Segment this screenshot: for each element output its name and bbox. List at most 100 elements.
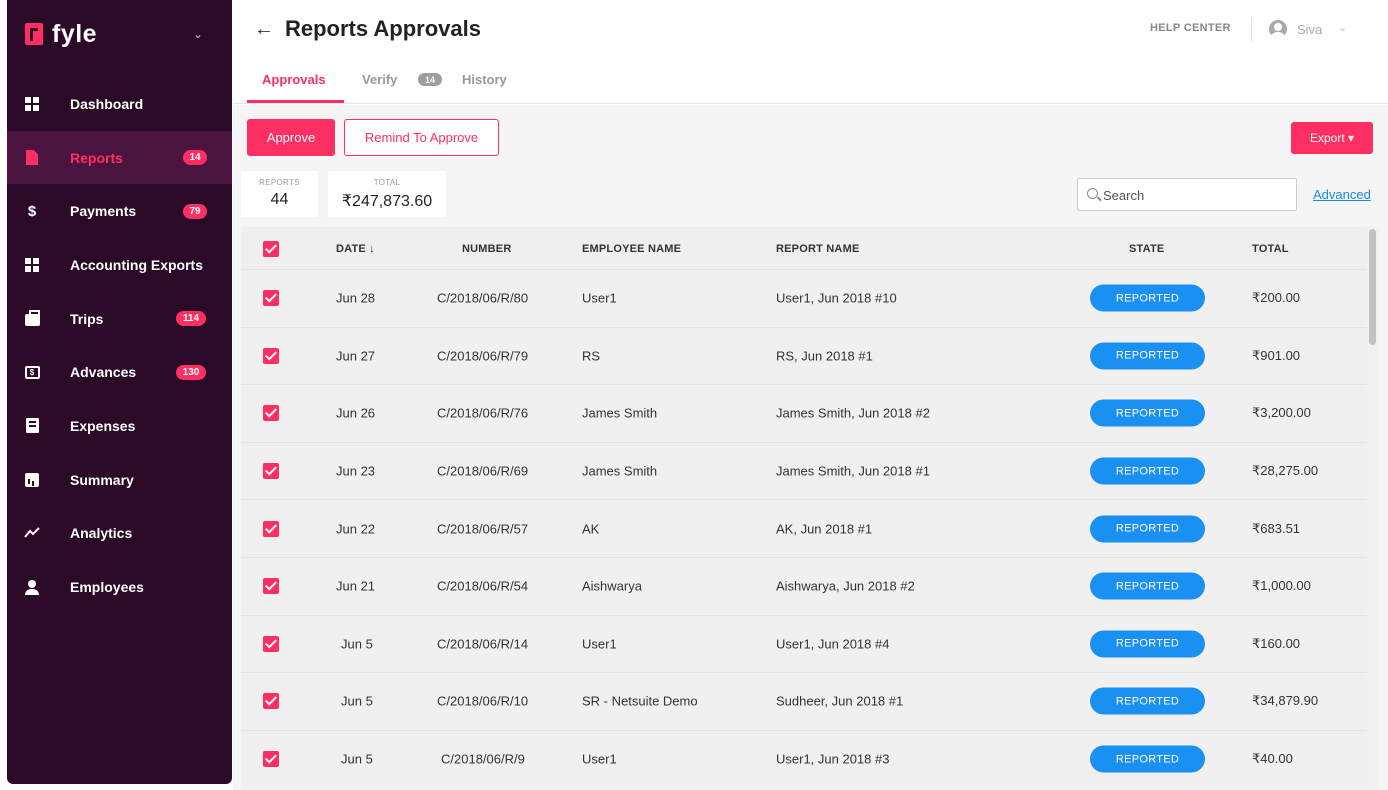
cell-total: ₹160.00 (1252, 635, 1301, 651)
cell-report-name[interactable]: RS, Jun 2018 #1 (776, 348, 873, 363)
divider (1251, 17, 1252, 41)
account-circle-icon[interactable] (1269, 20, 1287, 38)
cell-employee-name: User1 (582, 636, 617, 652)
cell-number: C/2018/06/R/57 (437, 521, 529, 537)
sidebar-item-label: Dashboard (70, 95, 144, 112)
page-title: Reports Approvals (285, 16, 482, 41)
sidebar-item-label: Summary (70, 471, 134, 488)
status-badge: REPORTED (1090, 284, 1205, 312)
verify-count-badge: 14 (418, 73, 442, 86)
cell-report-name[interactable]: Aishwarya, Jun 2018 #2 (776, 579, 915, 594)
row-checkbox[interactable] (263, 635, 279, 652)
sidebar-item-employees[interactable]: Employees (7, 560, 232, 614)
cell-employee-name: RS (582, 348, 601, 364)
back-arrow-icon[interactable]: ← (254, 18, 274, 41)
table-row[interactable]: Jun 5 C/2018/06/R/9 User1 User1, Jun 2018 #… (241, 729, 1367, 788)
advanced-search-link[interactable]: Advanced (1313, 187, 1371, 202)
export-button[interactable]: Export ▾ (1291, 122, 1373, 154)
reports-table: DATE ↓ NUMBER EMPLOYEE NAME REPORT NAME … (241, 227, 1367, 790)
sidebar-item-label: Advances (70, 364, 137, 381)
count-badge: 79 (183, 203, 207, 219)
sidebar-item-expenses[interactable]: Expenses (7, 399, 232, 453)
column-header-date[interactable]: DATE ↓ (336, 243, 375, 255)
search-input[interactable] (1103, 185, 1288, 205)
cell-number: C/2018/06/R/10 (437, 693, 529, 709)
cell-date: Jun 27 (336, 348, 376, 364)
table-row[interactable]: Jun 26 C/2018/06/R/76 James Smith James Smi… (241, 384, 1367, 442)
cell-report-name[interactable]: AK, Jun 2018 #1 (776, 521, 872, 536)
remind-to-approve-button[interactable]: Remind To Approve (344, 119, 499, 156)
cell-employee-name: User1 (582, 290, 617, 306)
tab-approvals[interactable]: Approvals (262, 72, 326, 87)
sidebar-item-label: Accounting Exports (70, 256, 204, 273)
cell-report-name[interactable]: James Smith, Jun 2018 #2 (776, 406, 930, 421)
status-badge: REPORTED (1090, 342, 1205, 370)
sidebar-item-advances[interactable]: $ Advances 130 (7, 345, 232, 399)
sidebar-item-label: Expenses (70, 417, 136, 434)
tab-verify[interactable]: Verify (362, 72, 397, 87)
select-all-checkbox[interactable] (263, 241, 279, 257)
cell-employee-name: Aishwarya (582, 578, 642, 594)
cell-report-name[interactable]: User1, Jun 2018 #3 (776, 752, 889, 767)
chevron-down-icon[interactable]: ⌄ (1338, 21, 1347, 34)
table-row[interactable]: Jun 23 C/2018/06/R/69 James Smith James Smi… (241, 441, 1367, 500)
chevron-down-icon[interactable]: ⌄ (193, 27, 203, 41)
briefcase-icon (24, 310, 40, 327)
status-badge: REPORTED (1090, 457, 1205, 485)
cell-date: Jun 5 (341, 636, 373, 652)
sidebar-item-reports[interactable]: Reports 14 (7, 130, 232, 185)
table-row[interactable]: Jun 5 C/2018/06/R/10 SR - Netsuite Demo Sud… (241, 672, 1367, 730)
cell-report-name[interactable]: User1, Jun 2018 #4 (776, 636, 889, 651)
table-row[interactable]: Jun 28 C/2018/06/R/80 User1 User1, Jun 2018… (241, 269, 1367, 327)
approve-button[interactable]: Approve (247, 119, 335, 156)
sidebar-item-label: Analytics (70, 525, 133, 542)
sidebar-item-payments[interactable]: $ Payments 79 (7, 184, 232, 238)
row-checkbox[interactable] (263, 578, 279, 595)
row-checkbox[interactable] (263, 290, 279, 307)
table-row[interactable]: Jun 21 C/2018/06/R/54 Aishwarya Aishwarya, … (241, 557, 1367, 615)
sidebar-item-summary[interactable]: Summary (7, 453, 232, 507)
row-checkbox[interactable] (263, 520, 279, 537)
cell-employee-name: User1 (582, 751, 617, 767)
table-row[interactable]: Jun 5 C/2018/06/R/14 User1 User1, Jun 2018 … (241, 614, 1367, 673)
sidebar-item-analytics[interactable]: Analytics (7, 507, 232, 561)
user-name[interactable]: Siva (1297, 22, 1322, 37)
cell-report-name[interactable]: User1, Jun 2018 #10 (776, 291, 897, 306)
cell-date: Jun 23 (336, 463, 376, 479)
sidebar-item-dashboard[interactable]: Dashboard (7, 77, 232, 131)
cell-report-name[interactable]: James Smith, Jun 2018 #1 (776, 464, 930, 479)
row-checkbox[interactable] (263, 405, 279, 422)
cell-report-name[interactable]: Sudheer, Jun 2018 #1 (776, 694, 903, 709)
status-badge: REPORTED (1090, 572, 1205, 600)
cell-number: C/2018/06/R/80 (437, 290, 529, 306)
column-header-number: NUMBER (462, 243, 512, 255)
cell-total: ₹3,200.00 (1252, 405, 1311, 421)
brand-logo[interactable]: fyle (25, 19, 97, 49)
cell-number: C/2018/06/R/76 (437, 405, 529, 421)
sidebar-item-trips[interactable]: Trips 114 (7, 292, 232, 346)
cell-date: Jun 22 (336, 521, 376, 537)
dashboard-icon (24, 96, 40, 112)
status-badge: REPORTED (1090, 687, 1205, 715)
cell-date: Jun 28 (336, 290, 376, 306)
search-icon (1087, 188, 1098, 199)
row-checkbox[interactable] (263, 347, 279, 364)
active-tab-indicator (247, 100, 344, 103)
cell-date: Jun 26 (336, 405, 376, 421)
table-scrollbar[interactable] (1367, 227, 1379, 790)
row-checkbox[interactable] (263, 693, 279, 710)
stat-value: ₹247,873.60 (341, 193, 433, 210)
cell-total: ₹200.00 (1252, 290, 1301, 306)
count-badge: 130 (176, 364, 206, 380)
row-checkbox[interactable] (263, 751, 279, 768)
fyle-logo-icon (25, 23, 43, 45)
table-row[interactable]: Jun 22 C/2018/06/R/57 AK AK, Jun 2018 #1 REP… (241, 499, 1367, 557)
scrollbar-thumb[interactable] (1369, 229, 1376, 345)
cell-total: ₹1,000.00 (1252, 578, 1311, 594)
help-center-link[interactable]: HELP CENTER (1150, 22, 1231, 34)
search-box (1077, 178, 1297, 211)
table-row[interactable]: Jun 27 C/2018/06/R/79 RS RS, Jun 2018 #1 REP… (241, 326, 1367, 385)
sidebar-item-accounting-exports[interactable]: Accounting Exports (7, 238, 232, 292)
tab-history[interactable]: History (462, 72, 507, 87)
row-checkbox[interactable] (263, 463, 279, 480)
